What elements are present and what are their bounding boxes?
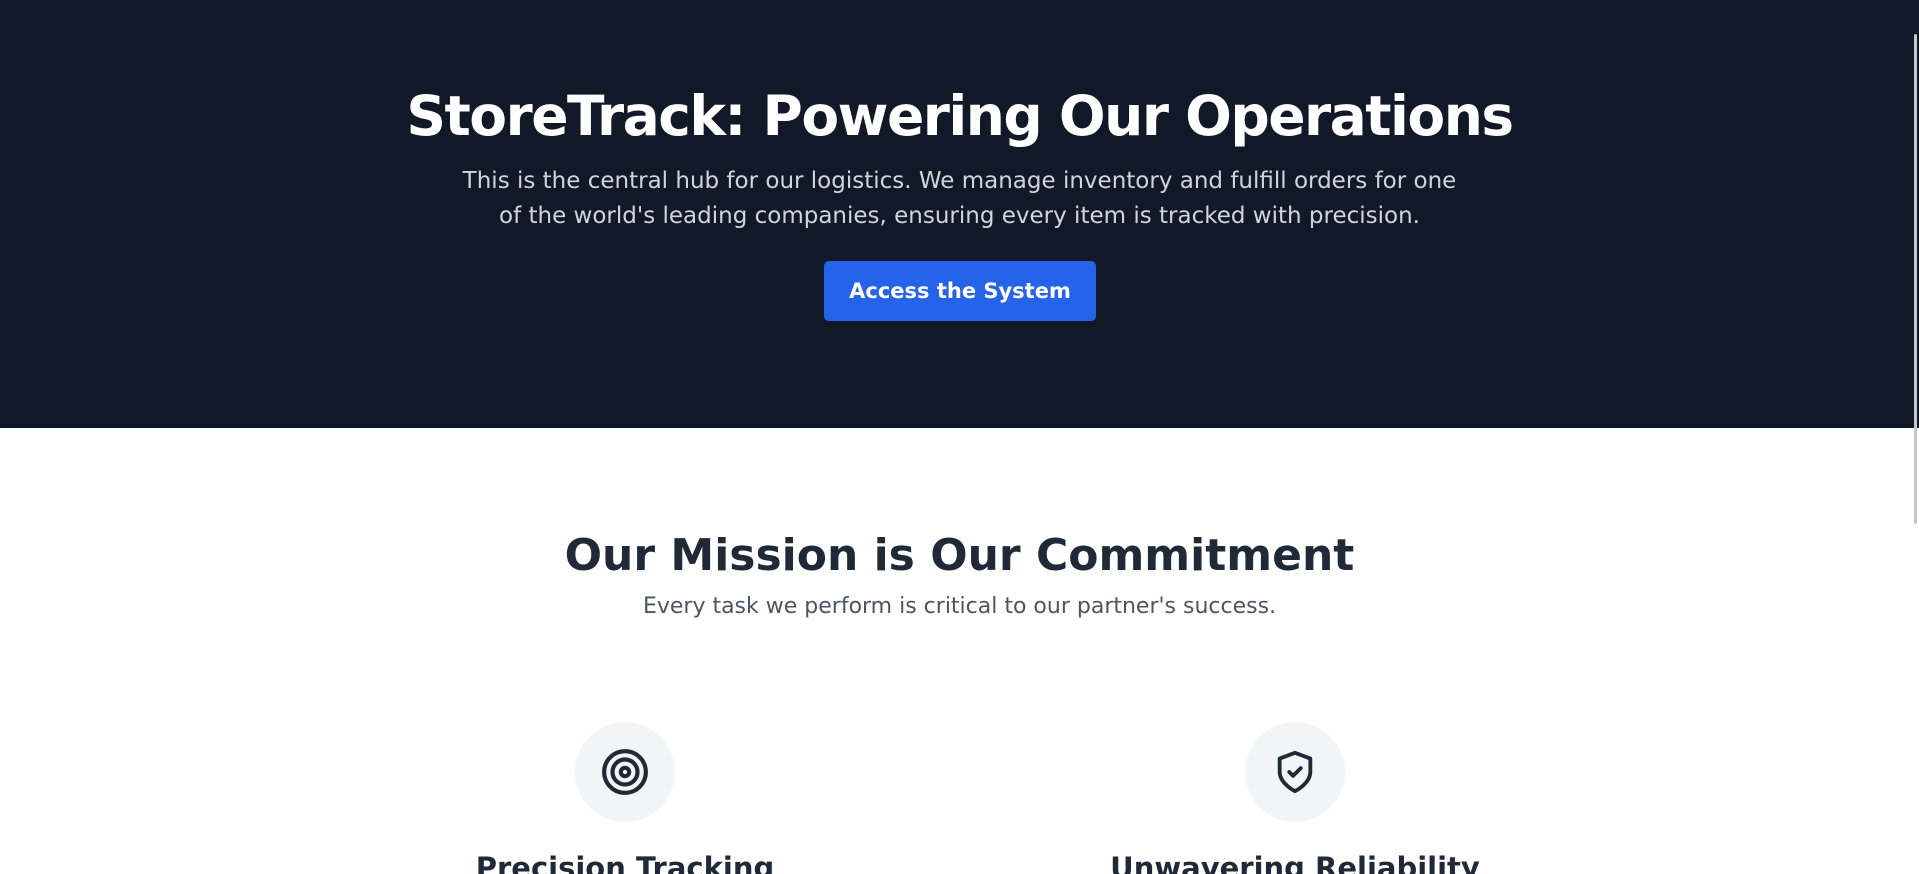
hero-title: StoreTrack: Powering Our Operations [406,84,1514,148]
target-icon [602,749,648,795]
feature-icon-circle [575,722,675,822]
hero-section: StoreTrack: Powering Our Operations This… [0,0,1919,428]
scrollbar-thumb[interactable] [1914,34,1917,524]
hero-description: This is the central hub for our logistic… [462,168,1457,229]
mission-title: Our Mission is Our Commitment [564,530,1355,581]
page-scrollbar[interactable] [1909,0,1919,874]
shield-check-icon [1277,750,1313,794]
feature-title: Unwavering Reliability [1110,851,1480,874]
access-system-button[interactable]: Access the System [824,261,1096,321]
page: StoreTrack: Powering Our Operations This… [0,0,1919,874]
feature-icon-circle [1245,722,1345,822]
feature-title: Precision Tracking [475,851,775,874]
mission-subtitle: Every task we perform is critical to our… [642,594,1277,619]
